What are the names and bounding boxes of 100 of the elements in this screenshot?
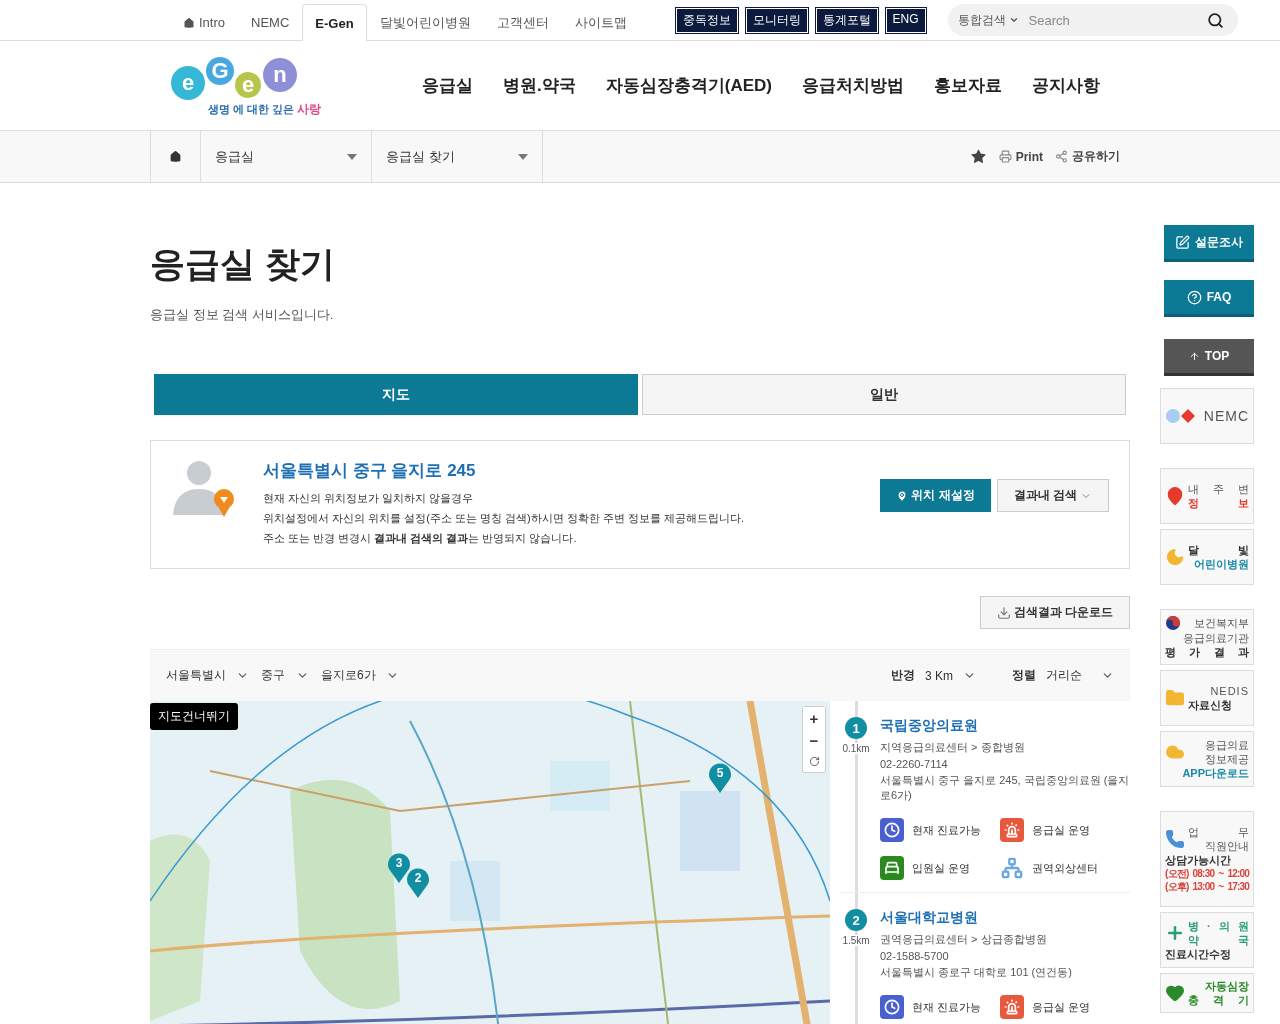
caret-icon	[1008, 15, 1019, 25]
banner-text: NEMC	[1202, 406, 1249, 426]
breadcrumb-dropdown[interactable]: 응급실 찾기	[372, 131, 543, 182]
survey-button[interactable]: 설문조사	[1164, 225, 1254, 262]
print-link[interactable]: Print	[998, 149, 1043, 164]
site-link[interactable]: 중독정보	[675, 7, 738, 33]
quick-link-banner[interactable]: 달 빛 어린이병원	[1160, 529, 1254, 585]
top-nav-link[interactable]: E-Gen	[302, 4, 367, 41]
banner-text: 응급의료기관	[1182, 630, 1249, 645]
banner-text: 어린이병원	[1193, 557, 1249, 572]
hospital-category: 권역응급의료센터 > 상급종합병원	[880, 932, 1048, 947]
banner-text: (오전) 08:30 ~ 12:00	[1165, 867, 1249, 881]
hospital-phone: 02-1588-5700	[880, 950, 950, 962]
banner-text: 달 빛	[1188, 542, 1249, 557]
marker-pin-icon	[387, 851, 411, 883]
marker-pin-icon	[406, 866, 430, 898]
main-menu-item[interactable]: 자동심장충격기(AED)	[605, 74, 772, 97]
hospital-address: 서울특별시 중구 을지로 245, 국립중앙의료원 (을지로6가)	[880, 773, 1130, 803]
skip-map-link[interactable]: 지도건너뛰기	[150, 703, 238, 730]
banner-text: (오후) 13:00 ~ 17:30	[1165, 880, 1249, 894]
site-link[interactable]: 통계포털	[815, 7, 878, 33]
siren-icon	[1000, 995, 1024, 1019]
share-icon	[1055, 150, 1068, 163]
caret-icon	[518, 153, 528, 160]
share-link[interactable]: 공유하기	[1055, 148, 1120, 165]
quick-link-banner[interactable]: 병 · 의 원 약 국 진료시간수정	[1160, 912, 1254, 968]
banner-text: 약 국	[1188, 932, 1249, 948]
map-pin-icon	[1165, 486, 1185, 506]
page-title: 응급실 찾기	[150, 243, 336, 285]
home-icon	[183, 16, 195, 29]
banner-text: 정보제공	[1204, 751, 1249, 767]
quick-link-banner[interactable]: 내 주 변 정 보	[1160, 468, 1254, 524]
reset-icon[interactable]	[808, 756, 820, 767]
bed-icon	[880, 856, 904, 880]
location-note: 주소 또는 반경 변경시 결과내 검색의 결과는 반영되지 않습니다.	[263, 531, 578, 546]
main-menu-item[interactable]: 홍보자료	[934, 74, 1002, 97]
clock-icon	[880, 818, 904, 842]
quick-link-banner[interactable]: 업 무 직원안내 상담가능시간 (오전) 08:30 ~ 12:00 (오후) 13:00 ~ 17:30	[1160, 811, 1254, 907]
phone-icon	[1165, 828, 1185, 849]
breadcrumb-dropdown[interactable]: 응급실	[201, 131, 372, 182]
download-button[interactable]: 검색결과 다운로드	[979, 596, 1130, 629]
banner-text: 정 보	[1188, 496, 1249, 511]
quick-link-banner[interactable]: 응급의료 정보제공 APP다운로드	[1160, 731, 1254, 787]
banner-text: 진료시간수정	[1165, 947, 1232, 962]
search-field[interactable]: 통합검색 Search	[947, 4, 1238, 36]
quick-link-banner[interactable]: 자동심장 충 격 기	[1160, 973, 1254, 1013]
radius-label: 반경	[891, 667, 915, 684]
hospital-name[interactable]: 서울대학교병원	[880, 909, 1130, 927]
map-marker[interactable]: 5	[708, 761, 732, 793]
main-menu-item[interactable]: 병원.약국	[503, 74, 576, 97]
siren-icon	[1000, 818, 1024, 842]
emblem-icon	[1165, 614, 1181, 631]
banner-text: 상담가능시간	[1165, 853, 1232, 868]
help-icon	[1186, 289, 1202, 305]
region-dropdown[interactable]: 중구	[255, 667, 315, 684]
search-icon[interactable]	[1206, 11, 1224, 29]
home-link[interactable]	[150, 131, 201, 182]
star-icon[interactable]	[969, 148, 987, 165]
search-results-button[interactable]: 결과내 검색	[996, 479, 1109, 512]
heart-icon	[1165, 983, 1185, 1003]
radius-dropdown[interactable]: 3 Km	[919, 668, 982, 683]
view-tab[interactable]: 지도	[154, 374, 638, 415]
region-dropdown[interactable]: 서울특별시	[160, 667, 255, 684]
map-marker[interactable]: 2	[406, 866, 430, 898]
service-label: 입원실 운영	[912, 860, 971, 876]
main-menu-item[interactable]: 응급처치방법	[802, 74, 904, 97]
service-label: 응급실 운영	[1032, 822, 1091, 838]
search-scope-dropdown[interactable]: 통합검색	[957, 11, 1019, 29]
service-label: 현재 진료가능	[912, 822, 982, 838]
arrow-up-icon	[1188, 350, 1200, 362]
banner-text: NEDIS	[1209, 683, 1249, 698]
user-location-icon	[171, 459, 235, 519]
view-tab[interactable]: 일반	[642, 374, 1126, 415]
banner-text: 응급의료	[1204, 737, 1249, 752]
quick-link-banner[interactable]: NEDIS 자료신청	[1160, 670, 1254, 726]
region-dropdown[interactable]: 을지로6가	[315, 667, 405, 684]
banner-text: 평 가 결 과	[1165, 645, 1249, 660]
site-link[interactable]: ENG	[885, 7, 926, 33]
reset-location-button[interactable]: 위치 재설정	[880, 479, 991, 512]
banner-text: 병 · 의 원	[1188, 918, 1249, 933]
map-marker[interactable]: 3	[387, 851, 411, 883]
site-link[interactable]: 모니터링	[745, 7, 808, 33]
location-note: 현재 자신의 위치정보가 일치하지 않을경우	[263, 491, 475, 506]
distance: 0.1km	[842, 743, 870, 754]
folder-icon	[1165, 688, 1185, 708]
main-menu-item[interactable]: 응급실	[422, 74, 474, 97]
hospital-name[interactable]: 국립중앙의료원	[880, 717, 1130, 735]
banner-text: 충 격 기	[1188, 993, 1249, 1008]
banner-text: 자료신청	[1188, 698, 1233, 713]
banner-text: 업 무	[1188, 824, 1249, 839]
download-icon	[996, 605, 1011, 620]
current-address: 서울특별시 중구 을지로 245	[263, 460, 477, 482]
main-menu-item[interactable]: 공지사항	[1032, 74, 1100, 97]
quick-link-banner[interactable]: NEMC	[1160, 388, 1254, 444]
hospital-phone: 02-2260-7114	[880, 758, 949, 770]
edit-icon	[1175, 234, 1190, 250]
sort-dropdown[interactable]: 거리순	[1040, 667, 1120, 684]
quick-link-banner[interactable]: 보건복지부 응급의료기관 평 가 결 과	[1160, 609, 1254, 665]
top-button[interactable]: TOP	[1164, 339, 1254, 376]
faq-button[interactable]: FAQ	[1164, 280, 1254, 317]
